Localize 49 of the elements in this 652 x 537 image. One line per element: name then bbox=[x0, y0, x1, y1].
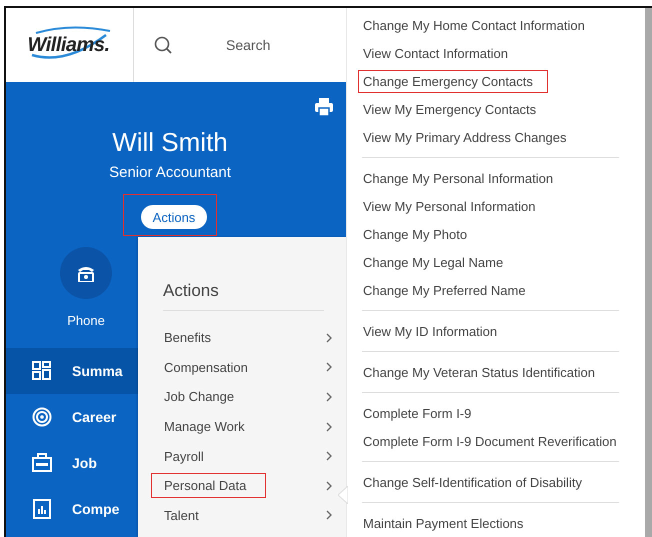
submenu-item[interactable]: Change My Legal Name bbox=[358, 250, 518, 274]
chevron-right-icon bbox=[326, 480, 332, 491]
chevron-right-icon bbox=[326, 422, 332, 432]
menu-item[interactable]: Payroll bbox=[151, 444, 326, 469]
target-icon bbox=[32, 407, 52, 427]
submenu-item[interactable]: Change Emergency Contacts bbox=[358, 70, 548, 92]
submenu-item[interactable]: Complete Form I-9 Document Reverification bbox=[358, 430, 632, 452]
menu-item[interactable]: Job Change bbox=[151, 384, 326, 410]
profile-name: Will Smith bbox=[112, 126, 228, 158]
submenu-item[interactable]: Change My Veteran Status Identification bbox=[358, 360, 610, 384]
submenu-item[interactable]: View Contact Information bbox=[358, 42, 523, 64]
scrollbar[interactable] bbox=[645, 8, 652, 537]
submenu-item[interactable]: Change My Photo bbox=[358, 222, 482, 246]
job-title: Senior Accountant bbox=[109, 164, 231, 181]
chevron-right-icon bbox=[326, 451, 332, 462]
chevron-right-icon bbox=[326, 392, 332, 402]
phone-icon bbox=[76, 264, 96, 282]
menu-item[interactable]: Benefits bbox=[151, 325, 326, 350]
toolbox-icon bbox=[32, 453, 52, 473]
submenu-item[interactable]: Change My Preferred Name bbox=[358, 278, 541, 302]
chevron-right-icon bbox=[326, 332, 332, 343]
nav-item[interactable]: Compe bbox=[6, 486, 138, 532]
nav-item[interactable]: Job bbox=[6, 440, 138, 486]
submenu-item[interactable]: View My Emergency Contacts bbox=[358, 98, 552, 120]
submenu-item[interactable]: View My Personal Information bbox=[358, 194, 550, 218]
bar-chart-icon bbox=[32, 499, 52, 519]
print-icon[interactable] bbox=[315, 98, 333, 116]
menu-item[interactable]: Talent bbox=[151, 502, 326, 528]
menu-item[interactable]: Personal Data bbox=[151, 473, 266, 498]
submenu-item[interactable]: Maintain Payment Elections bbox=[358, 512, 538, 534]
menu-item[interactable]: Manage Work bbox=[151, 414, 326, 440]
phone-button[interactable] bbox=[60, 247, 112, 299]
menu-heading: Actions bbox=[163, 281, 220, 301]
menu-item[interactable]: Compensation bbox=[151, 354, 326, 380]
search-field[interactable]: Search bbox=[196, 37, 346, 53]
nav-item[interactable]: Career bbox=[6, 394, 138, 440]
submenu-item[interactable]: Change Self-Identification of Disability bbox=[358, 470, 597, 494]
submenu-item[interactable]: Change My Home Contact Information bbox=[358, 14, 600, 36]
phone-label: Phone bbox=[67, 313, 105, 328]
submenu-item[interactable]: Complete Form I-9 bbox=[358, 402, 486, 424]
chevron-right-icon bbox=[326, 510, 332, 520]
search-icon[interactable] bbox=[154, 36, 172, 54]
nav-item[interactable]: Summa bbox=[6, 348, 138, 394]
submenu-item[interactable]: View My ID Information bbox=[358, 320, 512, 342]
actions-button[interactable]: Actions bbox=[140, 205, 208, 229]
dashboard-icon bbox=[32, 361, 52, 381]
submenu-item[interactable]: View My Primary Address Changes bbox=[358, 126, 582, 148]
chevron-right-icon bbox=[326, 362, 332, 372]
submenu-item[interactable]: Change My Personal Information bbox=[358, 166, 568, 190]
